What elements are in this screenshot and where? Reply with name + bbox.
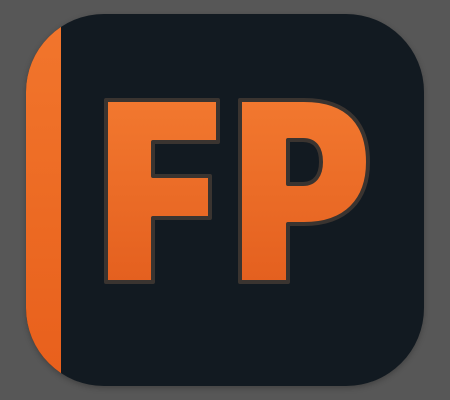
logo-wordmark	[104, 98, 370, 284]
letter-f	[104, 98, 220, 284]
app-icon[interactable]	[26, 14, 424, 386]
letter-p	[238, 98, 370, 284]
